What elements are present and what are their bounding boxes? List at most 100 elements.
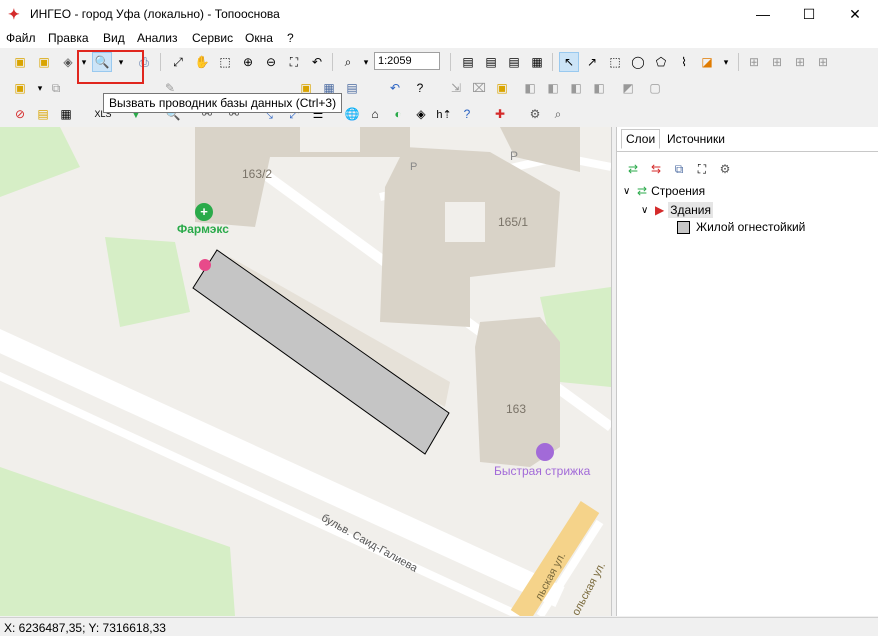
highlight-frame	[77, 50, 144, 84]
navigate-icon[interactable]: ◈	[411, 104, 431, 124]
menu-view[interactable]: Вид	[103, 31, 125, 45]
menu-edit[interactable]: Правка	[48, 31, 89, 45]
chevron-down-icon[interactable]: ∨	[623, 186, 637, 197]
minimize-button[interactable]: —	[740, 0, 786, 28]
grid-icon-3[interactable]: ⊞	[790, 52, 810, 72]
tab-layers[interactable]: Слои	[621, 129, 661, 149]
zoom-rect-icon[interactable]: ⬚	[215, 52, 235, 72]
label-163: 163	[506, 402, 527, 416]
select-circle-icon[interactable]: ◯	[628, 52, 648, 72]
select-plus-icon[interactable]: ↗	[582, 52, 602, 72]
select-poly-icon[interactable]: ⬠	[651, 52, 671, 72]
layer-extent-icon[interactable]: ⛶	[692, 159, 712, 179]
label-pharmacy: Фармэкс	[177, 222, 229, 236]
select-rect-icon[interactable]: ⬚	[605, 52, 625, 72]
menu-service[interactable]: Сервис	[192, 31, 233, 45]
title-bar: ✦ ИНГЕО - город Уфа (локально) - Топоосн…	[0, 0, 878, 28]
edit-tool-5-icon[interactable]: ◧	[543, 78, 563, 98]
pan-select-icon[interactable]: ⤢	[168, 52, 188, 72]
doc-icon-2[interactable]: ▤	[481, 52, 501, 72]
style-icon[interactable]: ◪	[697, 52, 717, 72]
group-icon: ⇄	[637, 184, 648, 198]
network-icon[interactable]: ⚙	[525, 104, 545, 124]
height-icon[interactable]: h⇡	[434, 104, 454, 124]
tab-sources[interactable]: Источники	[663, 130, 729, 148]
note-icon[interactable]: ▤	[33, 104, 53, 124]
tree-group-row[interactable]: ∨ ⇄ Строения	[623, 184, 705, 198]
svg-text:+: +	[200, 204, 208, 219]
undo-icon[interactable]: ↶	[385, 78, 405, 98]
label-parking-1: P	[410, 161, 418, 173]
window-title: ИНГЕО - город Уфа (локально) - Топооснов…	[30, 7, 280, 21]
layer-add-icon[interactable]: ⇄	[623, 159, 643, 179]
table-view-icon[interactable]: ▦	[56, 104, 76, 124]
table-icon[interactable]: ▦	[527, 52, 547, 72]
layer-settings-icon[interactable]: ⚙	[715, 159, 735, 179]
label-163-2: 163/2	[242, 167, 273, 181]
open-project-icon[interactable]: ▣	[34, 52, 54, 72]
layer-move-icon[interactable]: ⇆	[646, 159, 666, 179]
new-object-icon[interactable]: ▣	[10, 78, 30, 98]
edit-tool-1-icon[interactable]: ⇲	[446, 78, 466, 98]
layers-panel: Слои Источники ⇄ ⇆ ⧉ ⛶ ⚙ ∨ ⇄ Строения ∨ …	[616, 127, 878, 616]
menu-file[interactable]: Файл	[6, 31, 36, 45]
edit-tool-2-icon[interactable]: ⌧	[469, 78, 489, 98]
scale-dropdown-icon[interactable]: ▾	[356, 52, 376, 72]
scale-icon[interactable]: ⌕	[338, 52, 358, 72]
tree-style-row[interactable]: Жилой огнестойкий	[677, 220, 805, 234]
edit-tool-7-icon[interactable]: ◧	[589, 78, 609, 98]
edit-tool-8-icon[interactable]: ◩	[618, 78, 638, 98]
map-svg: +	[0, 127, 611, 616]
zoom-in-icon[interactable]: ⊕	[238, 52, 258, 72]
forbid-icon[interactable]: ⊘	[10, 104, 30, 124]
coordinates-readout: X: 6236487,35; Y: 7316618,33	[4, 621, 166, 635]
doc-icon-1[interactable]: ▤	[458, 52, 478, 72]
open-map-icon[interactable]: ▣	[10, 52, 30, 72]
chevron-down-icon[interactable]: ∨	[641, 205, 655, 216]
style-dropdown-icon[interactable]: ▾	[716, 52, 736, 72]
menu-bar: Файл Правка Вид Анализ Сервис Окна ?	[0, 28, 878, 48]
hand-pan-icon[interactable]: ✋	[192, 52, 212, 72]
edit-tool-9-icon[interactable]: ▢	[645, 78, 665, 98]
grid-icon-1[interactable]: ⊞	[744, 52, 764, 72]
help-pointer-icon[interactable]: ?	[410, 78, 430, 98]
edit-tool-4-icon[interactable]: ◧	[520, 78, 540, 98]
doc-icon-3[interactable]: ▤	[504, 52, 524, 72]
edit-tool-3-icon[interactable]: ▣	[492, 78, 512, 98]
tooltip: Вызвать проводник базы данных (Ctrl+3)	[103, 93, 343, 113]
label-barber: Быстрая стрижка	[494, 464, 591, 478]
add-icon[interactable]: ✚	[490, 104, 510, 124]
label-parking-2: P	[510, 149, 519, 163]
copy-object-icon[interactable]: ⧉	[46, 78, 66, 98]
grid-icon-4[interactable]: ⊞	[813, 52, 833, 72]
maximize-button[interactable]: ☐	[786, 0, 832, 28]
layer-icon: ▶	[655, 203, 665, 217]
menu-windows[interactable]: Окна	[245, 31, 273, 45]
status-bar: X: 6236487,35; Y: 7316618,33	[0, 617, 878, 636]
label-165-1: 165/1	[498, 215, 529, 229]
panel-tabs: Слои Источники	[617, 127, 878, 152]
tree-group-label: Строения	[651, 184, 706, 198]
app-logo-icon: ✦	[8, 6, 20, 22]
edit-tool-6-icon[interactable]: ◧	[566, 78, 586, 98]
zoom-out-icon[interactable]: ⊖	[261, 52, 281, 72]
tree-layer-row[interactable]: ∨ ▶ Здания	[641, 202, 713, 218]
menu-analysis[interactable]: Анализ	[137, 31, 178, 45]
home-icon[interactable]: ⌂	[365, 104, 385, 124]
help-icon[interactable]: ?	[457, 104, 477, 124]
zoom-tool-icon[interactable]: ⌕	[548, 104, 568, 124]
zoom-prev-icon[interactable]: ↶	[307, 52, 327, 72]
style-swatch	[677, 220, 690, 234]
properties-icon[interactable]: ▤	[342, 78, 362, 98]
split-icon[interactable]: ◐	[388, 104, 408, 124]
zoom-extent-icon[interactable]: ⛶	[284, 52, 304, 72]
select-lasso-icon[interactable]: ⌇	[674, 52, 694, 72]
menu-help[interactable]: ?	[287, 31, 294, 45]
globe-icon[interactable]: 🌐	[342, 104, 362, 124]
grid-icon-2[interactable]: ⊞	[767, 52, 787, 72]
map-canvas[interactable]: + 163/2 165/1 163 Фармэкс Быстрая стрижк…	[0, 127, 612, 616]
select-arrow-icon[interactable]: ↖	[559, 52, 579, 72]
layer-copy-icon[interactable]: ⧉	[669, 159, 689, 179]
close-button[interactable]: ✕	[832, 0, 878, 28]
scale-input[interactable]: 1:2059	[374, 52, 440, 70]
